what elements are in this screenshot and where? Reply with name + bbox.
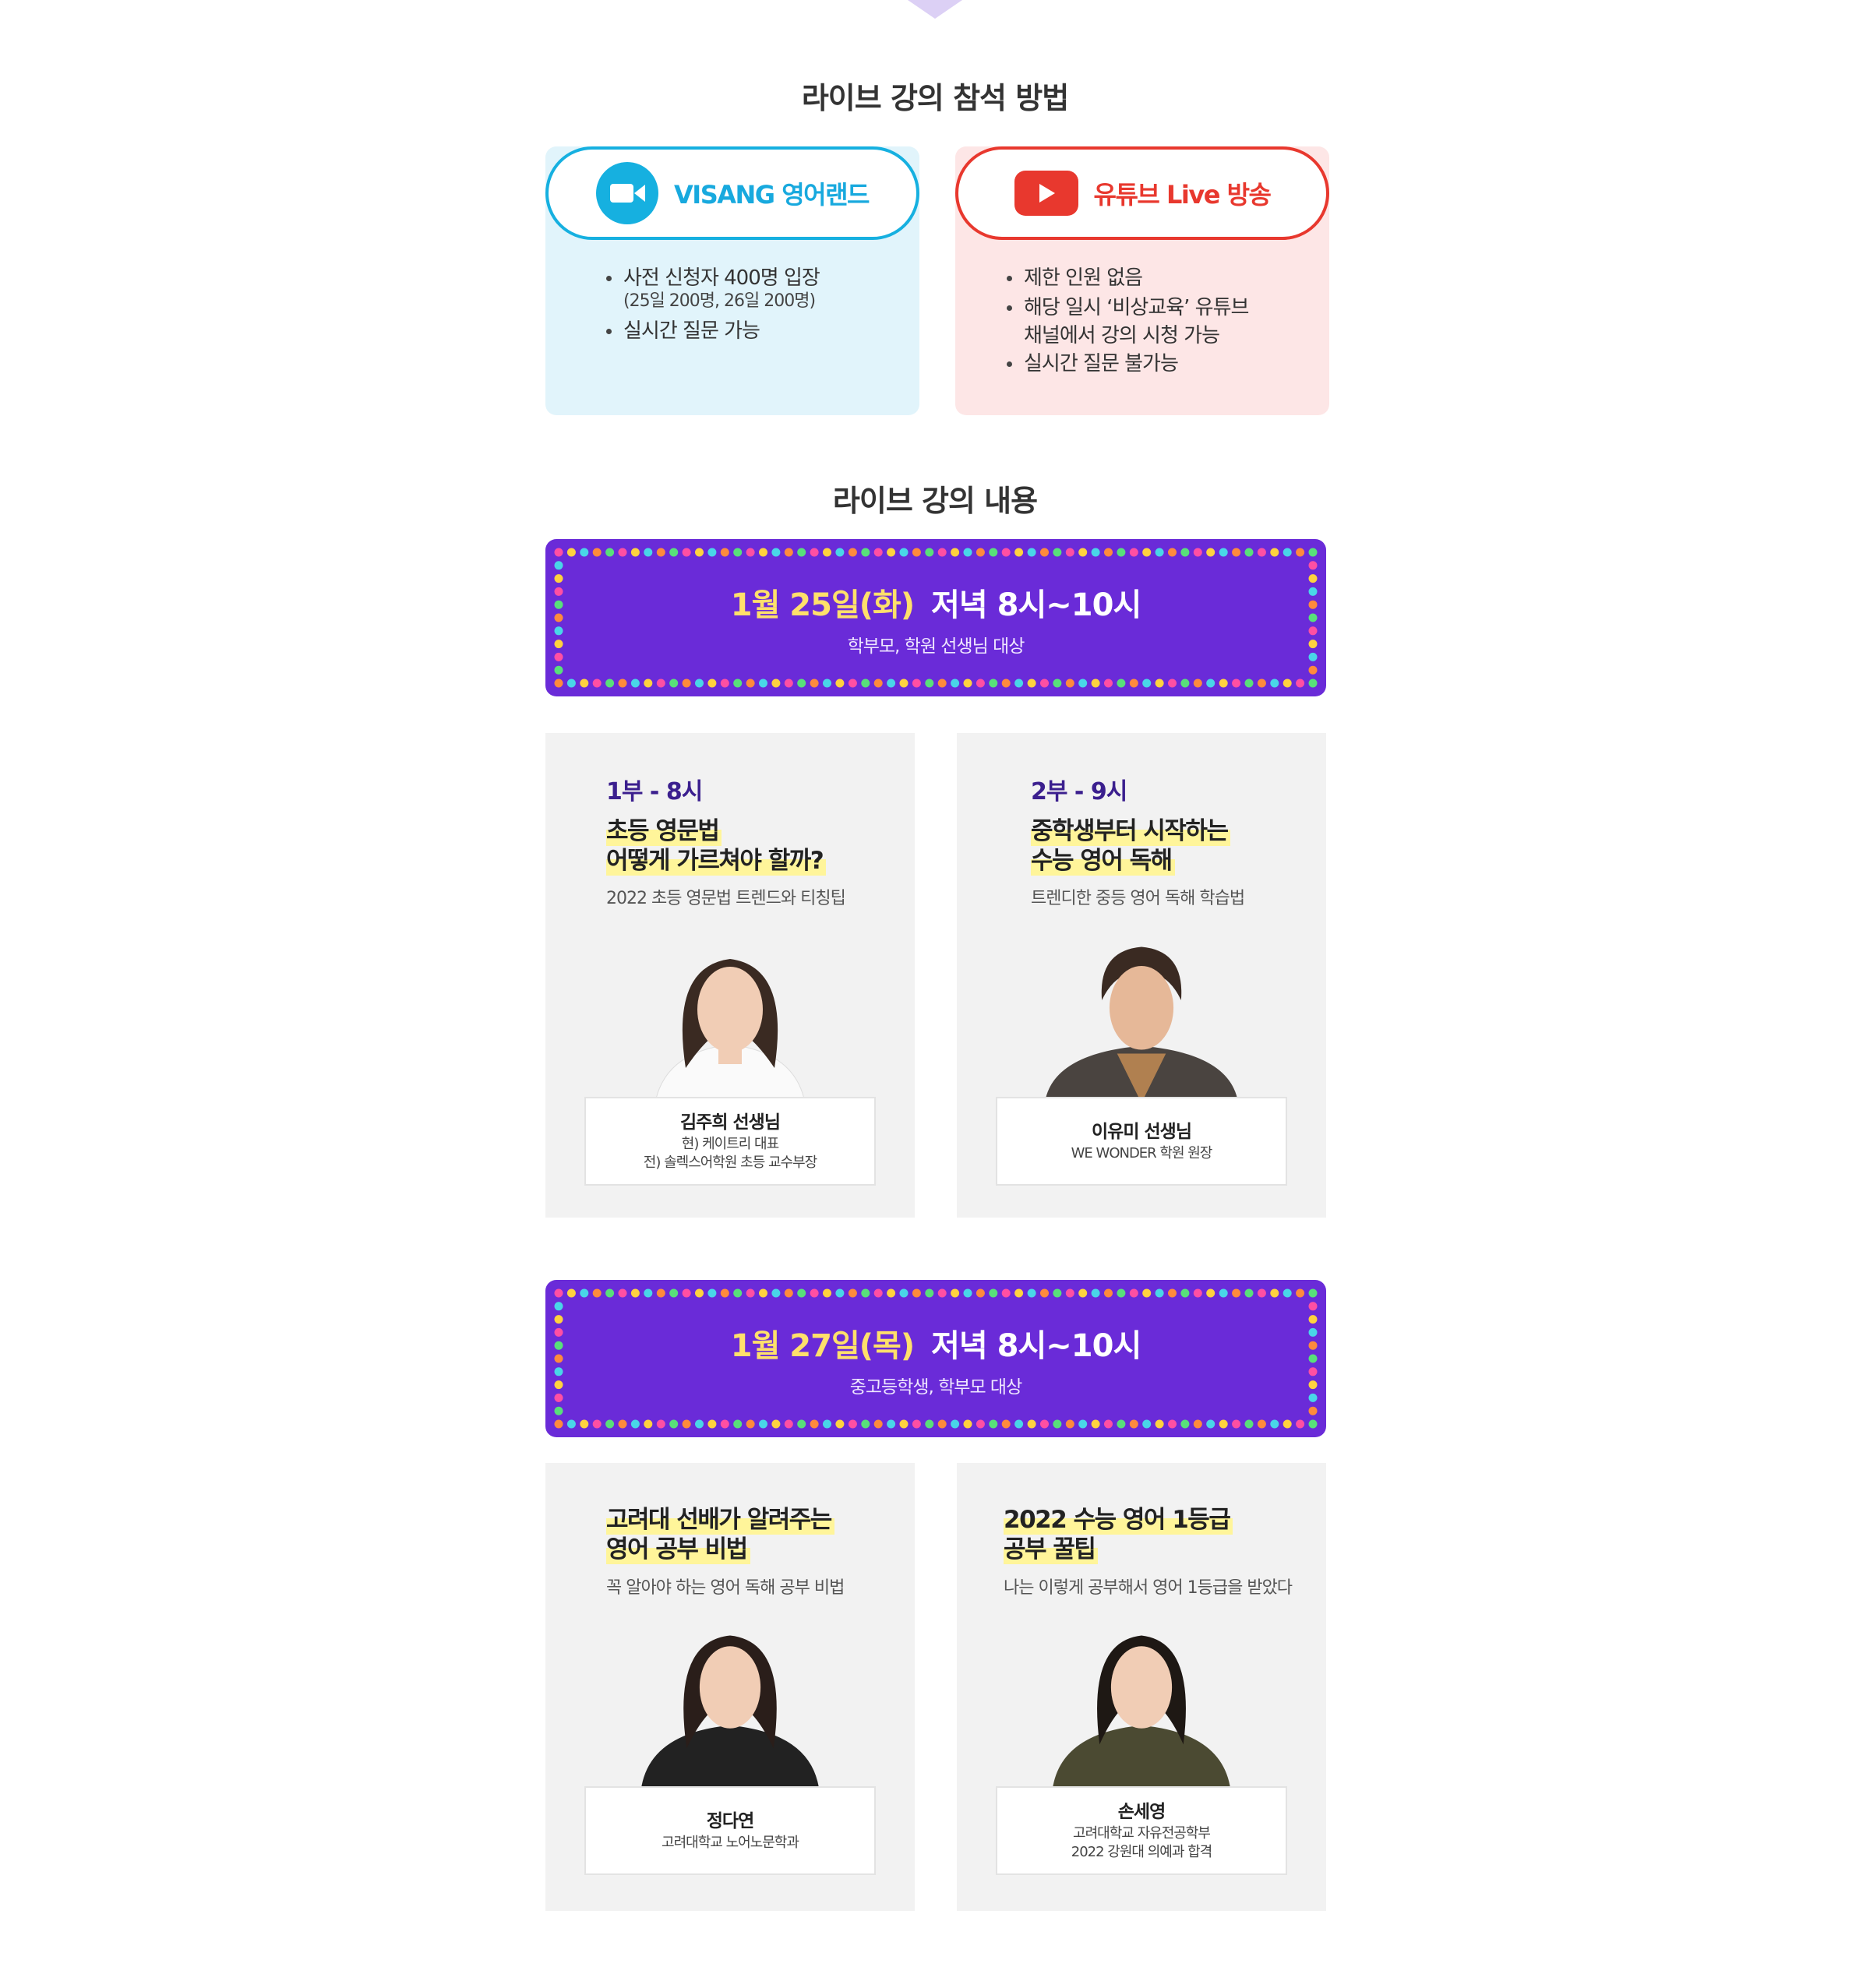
lecture-title: 고려대 선배가 알려주는 영어 공부 비법	[606, 1505, 834, 1564]
lecture-card-2: 2부 - 9시 중학생부터 시작하는 수능 영어 독해 트렌디한 중등 영어 독해…	[957, 733, 1326, 1218]
lecture-desc: 나는 이렇게 공부해서 영어 1등급을 받았다	[1004, 1578, 1293, 1598]
lecture-card-3: 고려대 선배가 알려주는 영어 공부 비법 꼭 알아야 하는 영어 독해 공부 비…	[545, 1463, 915, 1911]
lecture-card-4: 2022 수능 영어 1등급 공부 꿀팁 나는 이렇게 공부해서 영어 1등급을 …	[957, 1463, 1326, 1911]
teacher-namebox: 손세영 고려대학교 자유전공학부 2022 강원대 의예과 합격	[996, 1786, 1287, 1875]
teacher-info: 2022 강원대 의예과 합격	[1071, 1844, 1212, 1860]
down-arrow-icon	[908, 0, 962, 19]
teacher-info: 고려대학교 자유전공학부	[1073, 1825, 1211, 1842]
teacher-info: 현) 케이트리 대표	[681, 1136, 779, 1152]
teacher-namebox: 김주희 선생님 현) 케이트리 대표 전) 솔렉스어학원 초등 교수부장	[584, 1097, 876, 1186]
lecture-title: 중학생부터 시작하는 수능 영어 독해	[1031, 816, 1231, 876]
visang-bullets: 사전 신청자 400명 입장 (25일 200명, 26일 200명) 실시간 …	[606, 263, 820, 346]
list-item: 실시간 질문 불가능	[1007, 349, 1248, 379]
teacher-photo	[1044, 946, 1239, 1103]
list-item: 사전 신청자 400명 입장 (25일 200명, 26일 200명)	[606, 263, 820, 313]
lecture-desc: 꼭 알아야 하는 영어 독해 공부 비법	[606, 1578, 845, 1598]
youtube-pill: 유튜브 Live 방송	[955, 146, 1329, 240]
visang-label: VISANG 영어랜드	[674, 180, 870, 210]
list-item: 제한 인원 없음	[1007, 263, 1248, 293]
day2-banner: 1월 27일(목) 저녁 8시~10시 중고등학생, 학부모 대상	[545, 1280, 1326, 1437]
youtube-method-card: 유튜브 Live 방송 제한 인원 없음 해당 일시 ‘비상교육’ 유튜브 채널…	[955, 146, 1329, 415]
lecture-desc: 2022 초등 영문법 트렌드와 티칭팁	[606, 889, 846, 908]
teacher-info: 전) 솔렉스어학원 초등 교수부장	[643, 1154, 817, 1171]
list-item: 실시간 질문 가능	[606, 316, 820, 346]
lecture-title: 초등 영문법 어떻게 가르쳐야 할까?	[606, 816, 827, 876]
teacher-info: 고려대학교 노어노문학과	[662, 1835, 799, 1851]
day1-title: 1월 25일(화) 저녁 8시~10시	[730, 587, 1142, 623]
youtube-play-icon	[1014, 171, 1078, 216]
content-section-title: 라이브 강의 내용	[832, 484, 1038, 518]
zoom-video-icon	[596, 162, 659, 224]
part-label: 1부 - 8시	[606, 778, 703, 805]
part-label: 2부 - 9시	[1031, 778, 1127, 805]
teacher-info: WE WONDER 학원 원장	[1071, 1145, 1213, 1161]
teacher-photo	[640, 1635, 820, 1790]
day1-banner: 1월 25일(화) 저녁 8시~10시 학부모, 학원 선생님 대상	[545, 539, 1326, 696]
teacher-photo	[1052, 1635, 1231, 1790]
lecture-desc: 트렌디한 중등 영어 독해 학습법	[1031, 889, 1245, 908]
day2-title: 1월 27일(목) 저녁 8시~10시	[730, 1328, 1142, 1364]
youtube-label: 유튜브 Live 방송	[1093, 180, 1272, 210]
teacher-name: 정다연	[706, 1811, 754, 1831]
day2-audience: 중고등학생, 학부모 대상	[849, 1377, 1023, 1398]
method-section-title: 라이브 강의 참석 방법	[801, 81, 1069, 115]
day1-audience: 학부모, 학원 선생님 대상	[847, 636, 1025, 657]
youtube-bullets: 제한 인원 없음 해당 일시 ‘비상교육’ 유튜브 채널에서 강의 시청 가능 …	[1007, 263, 1249, 379]
teacher-name: 손세영	[1117, 1802, 1166, 1822]
teacher-photo	[654, 959, 806, 1107]
visang-method-card: VISANG 영어랜드 사전 신청자 400명 입장 (25일 200명, 26…	[545, 146, 919, 415]
teacher-namebox: 이유미 선생님 WE WONDER 학원 원장	[996, 1097, 1287, 1186]
visang-pill: VISANG 영어랜드	[545, 146, 919, 240]
teacher-name: 이유미 선생님	[1092, 1122, 1192, 1142]
teacher-namebox: 정다연 고려대학교 노어노문학과	[584, 1786, 876, 1875]
lecture-title: 2022 수능 영어 1등급 공부 꿀팁	[1004, 1505, 1233, 1564]
list-item: 해당 일시 ‘비상교육’ 유튜브 채널에서 강의 시청 가능	[1007, 293, 1249, 349]
teacher-name: 김주희 선생님	[680, 1112, 781, 1133]
lecture-card-1: 1부 - 8시 초등 영문법 어떻게 가르쳐야 할까? 2022 초등 영문법 트…	[545, 733, 915, 1218]
